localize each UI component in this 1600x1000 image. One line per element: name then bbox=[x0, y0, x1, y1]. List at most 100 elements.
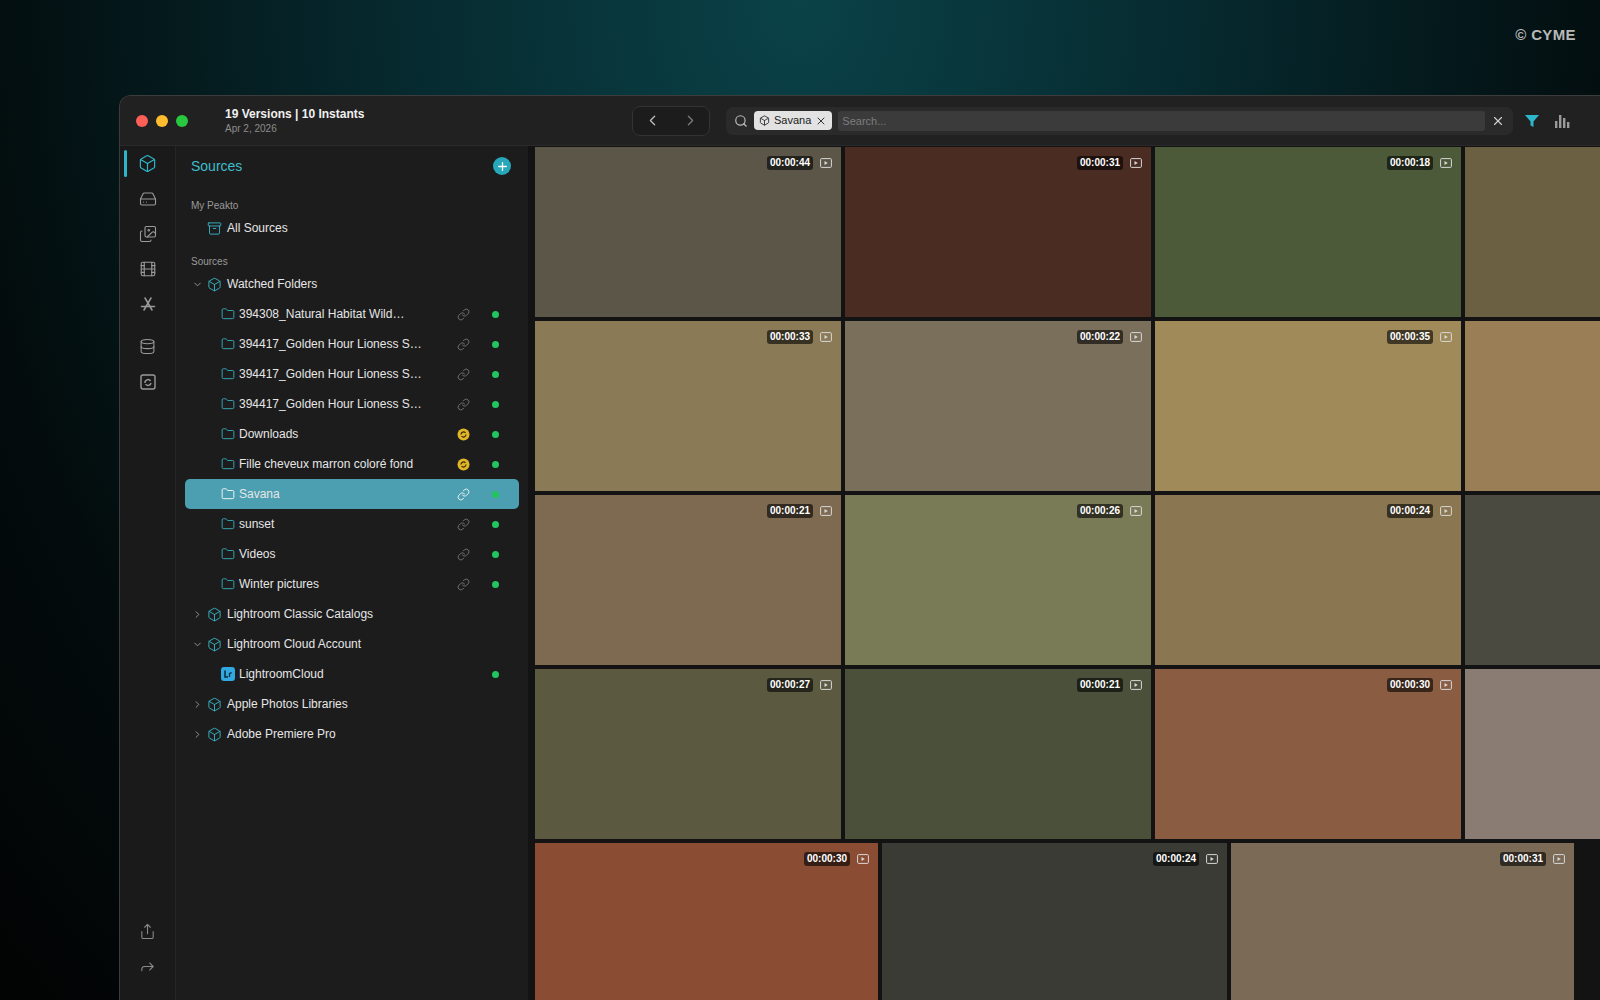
drive-icon bbox=[139, 190, 157, 208]
rail-button[interactable] bbox=[120, 329, 175, 364]
search-chip[interactable]: Savana bbox=[754, 111, 832, 130]
media-tile[interactable]: 00:00:18 bbox=[1155, 147, 1461, 317]
source-group-icon bbox=[207, 607, 222, 622]
media-tile[interactable]: 00:00:31 bbox=[845, 147, 1151, 317]
media-tile[interactable]: 00:00:24 bbox=[1155, 495, 1461, 665]
grid-row: 00:00:4400:00:3100:00:18 bbox=[535, 147, 1600, 317]
add-source-button[interactable] bbox=[493, 157, 511, 175]
duration-badge: 00:00:27 bbox=[767, 678, 832, 692]
grid-row: 00:00:30 00:00:24 00:00:31 bbox=[535, 843, 1600, 1000]
rail-button[interactable] bbox=[120, 949, 175, 984]
source-group-row[interactable]: Apple Photos Libraries bbox=[185, 689, 519, 719]
source-folder-row[interactable]: Fille cheveux marron coloré fond bbox=[185, 449, 519, 479]
toolbar-actions bbox=[1523, 112, 1571, 130]
sidebar-header: Sources bbox=[185, 151, 519, 181]
media-tile[interactable] bbox=[1465, 495, 1600, 665]
source-folder-row[interactable]: 394417_Golden Hour Lioness S… bbox=[185, 359, 519, 389]
chevron-down-icon[interactable] bbox=[192, 639, 203, 650]
desktop: © CYME19 Versions | 10 InstantsApr 2, 20… bbox=[0, 0, 1600, 1000]
chevron-right-icon[interactable] bbox=[192, 729, 203, 740]
source-entry: All Sources bbox=[176, 213, 528, 243]
source-folder-row[interactable]: 394417_Golden Hour Lioness S… bbox=[185, 329, 519, 359]
sidebar-section: My PeaktoAll Sources bbox=[176, 197, 528, 243]
chip-remove-icon[interactable] bbox=[815, 115, 827, 127]
media-tile[interactable]: 00:00:26 bbox=[845, 495, 1151, 665]
media-tile[interactable] bbox=[1465, 669, 1600, 839]
source-folder-row[interactable]: Winter pictures bbox=[185, 569, 519, 599]
video-icon bbox=[857, 854, 869, 864]
clear-search-icon[interactable] bbox=[1491, 114, 1505, 128]
video-icon bbox=[820, 332, 832, 342]
rail-button[interactable] bbox=[120, 364, 175, 399]
media-tile[interactable]: 00:00:22 bbox=[845, 321, 1151, 491]
plus-icon bbox=[496, 160, 509, 173]
rail-button[interactable] bbox=[120, 286, 175, 321]
media-tile[interactable]: 00:00:27 bbox=[535, 669, 841, 839]
chevron-down-icon[interactable] bbox=[192, 279, 203, 290]
source-group-row[interactable]: Lightroom Classic Catalogs bbox=[185, 599, 519, 629]
source-folder-row[interactable]: 394417_Golden Hour Lioness S… bbox=[185, 389, 519, 419]
filter-icon[interactable] bbox=[1523, 112, 1541, 130]
sync-box-icon bbox=[139, 373, 157, 391]
status-dot bbox=[492, 671, 499, 678]
media-tile[interactable] bbox=[1465, 321, 1600, 491]
source-group-row[interactable]: Watched Folders bbox=[185, 269, 519, 299]
rail-button[interactable] bbox=[120, 216, 175, 251]
chevron-right-icon[interactable] bbox=[192, 609, 203, 620]
media-tile[interactable] bbox=[1465, 147, 1600, 317]
window-controls bbox=[136, 115, 188, 127]
folder-icon bbox=[221, 517, 235, 531]
source-folder-row[interactable]: 394308_Natural Habitat Wild… bbox=[185, 299, 519, 329]
media-tile[interactable]: 00:00:33 bbox=[535, 321, 841, 491]
media-tile[interactable]: 00:00:21 bbox=[535, 495, 841, 665]
media-tile[interactable]: 00:00:31 bbox=[1231, 843, 1574, 1000]
apps-icon bbox=[139, 295, 157, 313]
status-dot bbox=[492, 431, 499, 438]
media-tile[interactable]: 00:00:21 bbox=[845, 669, 1151, 839]
duration-badge: 00:00:26 bbox=[1077, 504, 1142, 518]
link-icon bbox=[457, 368, 470, 381]
source-group-icon bbox=[207, 277, 222, 292]
stats-icon[interactable] bbox=[1553, 112, 1571, 130]
duration-badge: 00:00:24 bbox=[1153, 852, 1218, 866]
source-group-row[interactable]: Lightroom Cloud Account bbox=[185, 629, 519, 659]
search-input[interactable] bbox=[838, 111, 1485, 131]
rail-button[interactable] bbox=[120, 251, 175, 286]
sources-sidebar: Sources My PeaktoAll Sources SourcesWatche… bbox=[176, 146, 528, 1000]
rail-button[interactable] bbox=[120, 914, 175, 949]
media-tile[interactable]: 00:00:44 bbox=[535, 147, 841, 317]
status-dot bbox=[492, 341, 499, 348]
source-group-icon bbox=[207, 727, 222, 742]
source-group-row[interactable]: Adobe Premiere Pro bbox=[185, 719, 519, 749]
close-button[interactable] bbox=[136, 115, 148, 127]
watermark: © CYME bbox=[1515, 24, 1576, 47]
media-tile[interactable]: 00:00:24 bbox=[882, 843, 1227, 1000]
source-folder-row[interactable]: Downloads bbox=[185, 419, 519, 449]
folder-icon bbox=[221, 547, 235, 561]
media-tile[interactable]: 00:00:30 bbox=[535, 843, 878, 1000]
window-body: Sources My PeaktoAll Sources SourcesWatche… bbox=[120, 146, 1600, 1000]
media-tile[interactable]: 00:00:35 bbox=[1155, 321, 1461, 491]
source-folder-row[interactable]: LightroomCloud bbox=[185, 659, 519, 689]
rail-button[interactable] bbox=[120, 146, 175, 181]
photos-icon bbox=[139, 225, 157, 243]
source-folder-row[interactable]: sunset bbox=[185, 509, 519, 539]
link-icon bbox=[457, 308, 470, 321]
minimize-button[interactable] bbox=[156, 115, 168, 127]
rail-button[interactable] bbox=[120, 181, 175, 216]
sidebar-section: SourcesWatched Folders394308_Natural Hab… bbox=[176, 253, 528, 749]
status-dot bbox=[492, 311, 499, 318]
zoom-button[interactable] bbox=[176, 115, 188, 127]
video-icon bbox=[1440, 680, 1452, 690]
duration-badge: 00:00:33 bbox=[767, 330, 832, 344]
chevron-right-icon[interactable] bbox=[192, 699, 203, 710]
media-tile[interactable]: 00:00:30 bbox=[1155, 669, 1461, 839]
source-folder-row[interactable]: Savana bbox=[185, 479, 519, 509]
source-group-row[interactable]: All Sources bbox=[185, 213, 519, 243]
back-icon[interactable] bbox=[644, 112, 661, 129]
duration-badge: 00:00:22 bbox=[1077, 330, 1142, 344]
source-folder-row[interactable]: Videos bbox=[185, 539, 519, 569]
film-icon bbox=[139, 260, 157, 278]
forward-nav-icon[interactable] bbox=[682, 112, 699, 129]
folder-icon bbox=[221, 427, 235, 441]
